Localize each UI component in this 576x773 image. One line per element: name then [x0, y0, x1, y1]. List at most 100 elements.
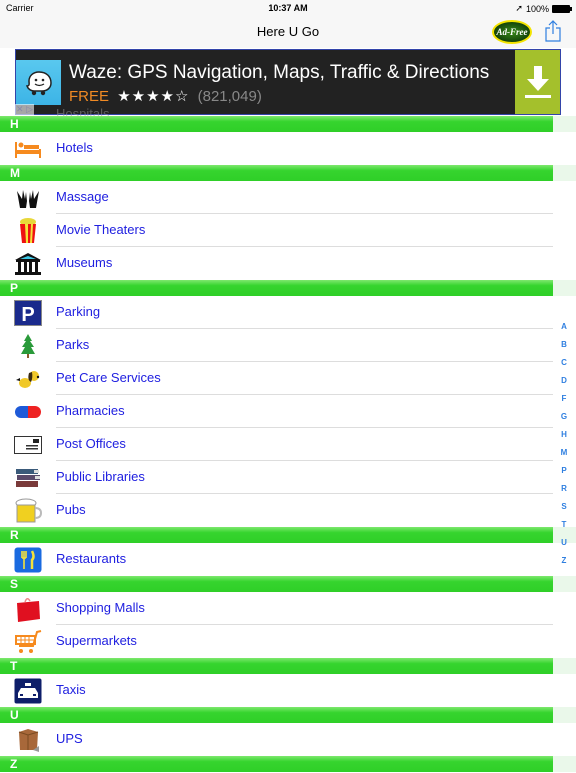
list-item-pet-care-services[interactable]: Pet Care Services	[0, 362, 553, 395]
list-item-label: Public Libraries	[56, 469, 145, 484]
list-item-label: Massage	[56, 189, 109, 204]
section-header-extension	[553, 756, 576, 772]
section-header-p: P	[0, 280, 576, 296]
section-header-extension	[553, 116, 576, 132]
section-letter: S	[10, 577, 19, 591]
list-item-label: Pharmacies	[56, 403, 125, 418]
list-item-public-libraries[interactable]: Public Libraries	[0, 461, 553, 494]
index-letter-p[interactable]: P	[557, 462, 571, 480]
list-item-taxis[interactable]: Taxis	[0, 674, 553, 707]
list-item-parks[interactable]: Parks	[0, 329, 553, 362]
ad-rating-stars: ★★★★☆	[117, 88, 190, 105]
section-letter: U	[10, 708, 19, 722]
section-header-extension	[553, 707, 576, 723]
index-letter-c[interactable]: C	[557, 354, 571, 372]
index-letter-z[interactable]: Z	[557, 552, 571, 570]
section-index[interactable]: ABCDFGHMPRSTUZ	[557, 318, 571, 570]
list-item-ups[interactable]: UPS	[0, 723, 553, 756]
list-item-shopping-malls[interactable]: Shopping Malls	[0, 592, 553, 625]
section-letter: T	[10, 659, 18, 673]
section-letter: H	[10, 117, 19, 131]
section-header-extension	[553, 658, 576, 674]
section-letter: P	[10, 281, 19, 295]
beer-icon	[14, 498, 42, 524]
list-item-massage[interactable]: Massage	[0, 181, 553, 214]
clock: 10:37 AM	[268, 3, 308, 13]
section-header-u: U	[0, 707, 576, 723]
box-icon	[14, 727, 42, 753]
svg-text:P: P	[21, 304, 34, 326]
list-item-label: Pet Care Services	[56, 370, 161, 385]
index-letter-u[interactable]: U	[557, 534, 571, 552]
ad-free-button[interactable]: Ad-Free	[492, 20, 532, 44]
index-letter-t[interactable]: T	[557, 516, 571, 534]
battery-icon	[552, 4, 572, 13]
index-letter-a[interactable]: A	[557, 318, 571, 336]
waze-app-icon	[16, 60, 61, 105]
list-item-label: Parking	[56, 304, 101, 319]
list-item-movie-theaters[interactable]: Movie Theaters	[0, 214, 553, 247]
section-header-h: H	[0, 116, 576, 132]
books-icon	[14, 465, 42, 491]
section-header-r: R	[0, 527, 576, 543]
adchoices-icon[interactable]: ✕ ▷	[15, 104, 34, 115]
page-title: Here U Go	[256, 24, 320, 39]
index-letter-b[interactable]: B	[557, 336, 571, 354]
list-item-museums[interactable]: Museums	[0, 247, 553, 280]
ad-price: FREE	[69, 88, 110, 105]
list-item-label: Movie Theaters	[56, 222, 146, 237]
status-bar: Carrier 10:37 AM ➚ 100%	[0, 0, 576, 16]
section-header-m: M	[0, 165, 576, 181]
share-button[interactable]	[545, 20, 561, 42]
list-item-label: Taxis	[56, 682, 86, 697]
popcorn-icon	[14, 218, 42, 244]
list-item-parking[interactable]: P Parking	[0, 296, 553, 329]
bed-icon	[14, 136, 42, 162]
list-item-label: Parks	[56, 337, 90, 352]
share-icon	[545, 20, 561, 42]
hands-icon	[14, 185, 42, 211]
ad-title: Waze: GPS Navigation, Maps, Traffic & Di…	[69, 62, 490, 83]
pill-icon	[14, 399, 42, 425]
section-letter: M	[10, 166, 20, 180]
section-letter: R	[10, 528, 19, 542]
list-item-hotels[interactable]: Hotels	[0, 132, 553, 165]
list-item-label: Shopping Malls	[56, 600, 145, 615]
list-item-label: Pubs	[56, 502, 86, 517]
list-item-label: Supermarkets	[56, 633, 137, 648]
dog-icon	[14, 366, 42, 392]
list-item-pharmacies[interactable]: Pharmacies	[0, 395, 553, 428]
section-header-extension	[553, 576, 576, 592]
index-letter-m[interactable]: M	[557, 444, 571, 462]
list-item-label: Museums	[56, 255, 113, 270]
download-icon	[524, 66, 551, 98]
list-item-label: Restaurants	[56, 551, 127, 566]
list-item-supermarkets[interactable]: Supermarkets	[0, 625, 553, 658]
list-item-post-offices[interactable]: Post Offices	[0, 428, 553, 461]
parking-icon: P	[14, 300, 42, 326]
index-letter-f[interactable]: F	[557, 390, 571, 408]
location-arrow-icon: ➚	[515, 3, 523, 13]
index-letter-r[interactable]: R	[557, 480, 571, 498]
cart-icon	[14, 629, 42, 655]
list-item-label: Post Offices	[56, 436, 126, 451]
list-item-label: Hotels	[56, 140, 93, 155]
section-header-s: S	[0, 576, 576, 592]
category-list: H Hotels M Massage Movie Theaters Museums P P Pa…	[0, 116, 576, 772]
index-letter-h[interactable]: H	[557, 426, 571, 444]
ad-download-button[interactable]	[515, 50, 560, 114]
index-letter-s[interactable]: S	[557, 498, 571, 516]
list-item-pubs[interactable]: Pubs	[0, 494, 553, 527]
index-letter-d[interactable]: D	[557, 372, 571, 390]
list-item-restaurants[interactable]: Restaurants	[0, 543, 553, 576]
list-item-label: UPS	[56, 731, 83, 746]
shopping-bag-icon	[14, 596, 42, 622]
ad-rating-count: (821,049)	[197, 88, 262, 105]
envelope-icon	[14, 432, 42, 458]
index-letter-g[interactable]: G	[557, 408, 571, 426]
section-header-z: Z	[0, 756, 576, 772]
fork-knife-icon	[14, 547, 42, 573]
section-letter: Z	[10, 757, 18, 771]
section-header-extension	[553, 165, 576, 181]
section-header-extension	[553, 280, 576, 296]
